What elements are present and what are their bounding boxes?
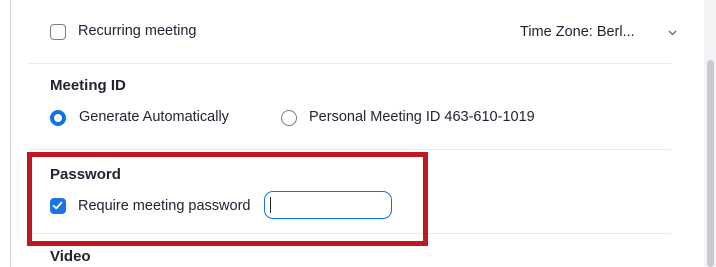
generate-automatically-label: Generate Automatically — [79, 109, 229, 125]
meeting-id-heading: Meeting ID — [50, 77, 126, 94]
chevron-down-icon[interactable] — [668, 30, 677, 36]
recurring-meeting-label: Recurring meeting — [78, 23, 197, 39]
password-highlight-box — [27, 152, 428, 246]
recurring-meeting-checkbox[interactable] — [50, 24, 66, 40]
generate-automatically-radio[interactable] — [50, 110, 66, 126]
personal-meeting-id-radio[interactable] — [281, 110, 297, 126]
scrollbar-thumb[interactable] — [707, 60, 714, 267]
time-zone-select[interactable]: Time Zone: Berl... — [520, 24, 635, 40]
video-heading: Video — [50, 248, 91, 265]
divider — [28, 63, 671, 64]
personal-meeting-id-label: Personal Meeting ID 463-610-1019 — [309, 109, 535, 125]
panel-left-border — [10, 0, 11, 267]
divider — [28, 149, 671, 150]
